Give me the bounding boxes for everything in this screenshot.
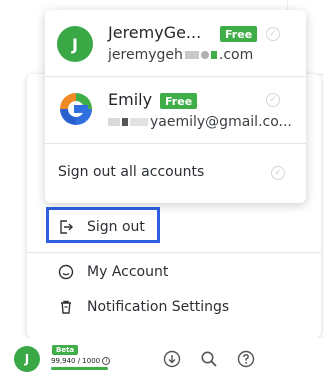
- menu-divider: [27, 252, 321, 253]
- account-name: Emily: [108, 90, 153, 109]
- my-account-menu-item[interactable]: My Account: [57, 257, 324, 287]
- quota-progress: [51, 367, 108, 370]
- check-icon: ✓: [271, 166, 285, 180]
- account-row-active[interactable]: J JeremyGe... Free ✓ jeremygeh .com: [45, 10, 306, 76]
- check-icon: ✓: [266, 27, 280, 41]
- sign-out-all-label: Sign out all accounts: [58, 164, 205, 180]
- google-avatar: [57, 90, 95, 128]
- help-icon[interactable]: [237, 350, 255, 368]
- account-email: yaemily@gmail.co...: [108, 114, 298, 130]
- plan-badge: Free: [160, 93, 198, 109]
- notification-settings-menu-item[interactable]: Notification Settings: [57, 292, 324, 322]
- sign-out-highlight: [46, 207, 160, 243]
- quota-progress-fill: [51, 367, 108, 370]
- account-switcher: J JeremyGe... Free ✓ jeremygeh .com Emily…: [45, 10, 306, 203]
- search-icon[interactable]: [200, 350, 218, 368]
- plan-badge: Free: [220, 26, 258, 42]
- account-divider: [45, 143, 306, 144]
- bottom-bar: J Beta 99,940 / 1000 i: [0, 338, 324, 379]
- check-icon: ✓: [266, 93, 280, 107]
- smiley-icon: [57, 263, 75, 281]
- beta-badge: Beta: [52, 345, 79, 355]
- account-email: jeremygeh .com: [108, 47, 254, 63]
- avatar: J: [57, 26, 93, 62]
- trash-icon: [57, 298, 75, 316]
- avatar[interactable]: J: [14, 346, 40, 372]
- info-icon: i: [102, 357, 111, 365]
- account-name: JeremyGe...: [108, 23, 202, 42]
- notification-settings-label: Notification Settings: [87, 299, 230, 315]
- account-row[interactable]: Emily Free ✓ yaemily@gmail.co...: [45, 77, 306, 142]
- quota-text: 99,940 / 1000 i: [51, 357, 111, 365]
- my-account-label: My Account: [87, 264, 169, 280]
- download-icon[interactable]: [163, 350, 181, 368]
